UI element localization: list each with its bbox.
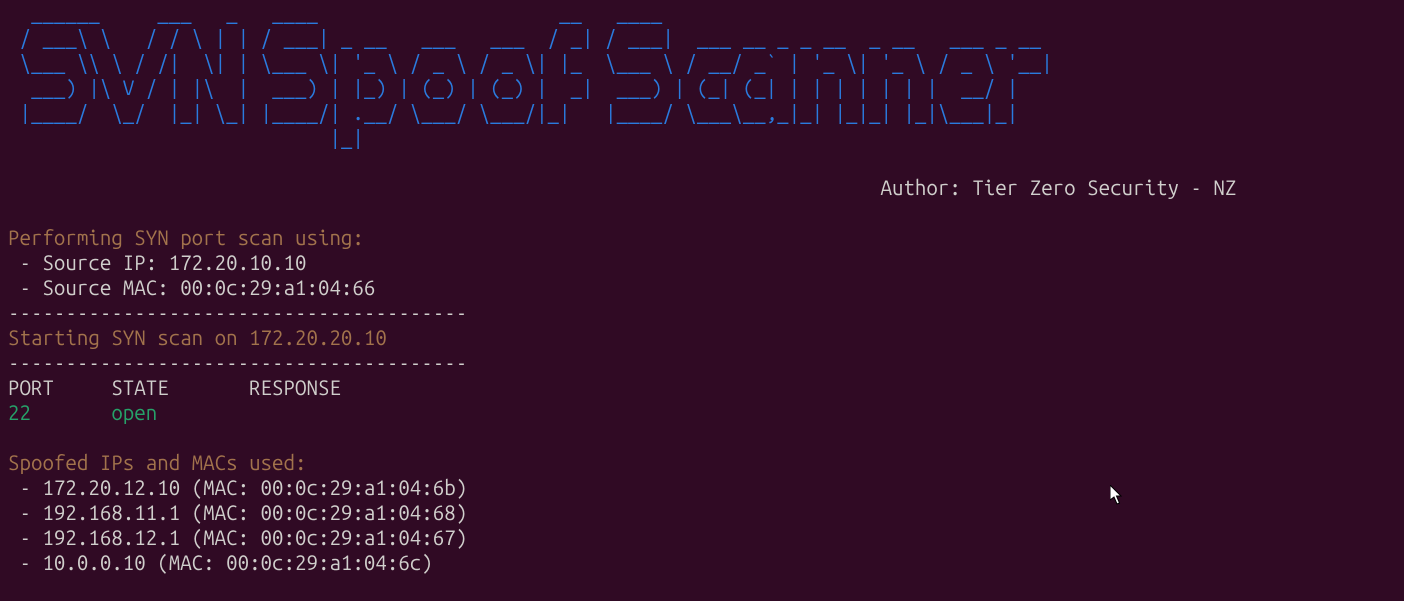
spoof-row: - 172.20.12.10 (MAC: 00:0c:29:a1:04:6b)	[8, 476, 467, 499]
divider: ----------------------------------------	[8, 351, 467, 374]
spoof-row: - 192.168.12.1 (MAC: 00:0c:29:a1:04:67)	[8, 526, 467, 549]
ascii-banner-line: |_|	[8, 126, 1053, 149]
divider: ----------------------------------------	[8, 301, 467, 324]
table-header: PORT STATE RESPONSE	[8, 376, 341, 399]
ascii-banner-line: / ___\ \ / / \ | | / ___| _ __ ___ ___ /…	[8, 26, 1053, 49]
source-mac: - Source MAC: 00:0c:29:a1:04:66	[8, 276, 375, 299]
ascii-banner-line: |____/ \_/ |_| \_| |____/| .__/ \___/ \_…	[8, 101, 1053, 124]
scan-target: Starting SYN scan on 172.20.20.10	[8, 326, 387, 349]
ascii-banner-line: ______ ___ _ ____ __ ____	[8, 1, 1041, 24]
spoof-row: - 192.168.11.1 (MAC: 00:0c:29:a1:04:68)	[8, 501, 467, 524]
spoof-row: - 10.0.0.10 (MAC: 00:0c:29:a1:04:6c)	[8, 551, 433, 574]
section-header: Performing SYN port scan using:	[8, 226, 364, 249]
ascii-banner-line: \___ \\ \ / /| \| | \___ \| '_ \ / _ \ /…	[8, 51, 1053, 74]
ascii-banner-line: ___) |\ V / | |\ | ___) | |_) | (_) | (_…	[8, 76, 1053, 99]
state-cell: open	[111, 401, 157, 424]
port-cell: 22	[8, 401, 111, 424]
spoof-header: Spoofed IPs and MACs used:	[8, 451, 306, 474]
terminal-output: ______ ___ _ ____ __ ____ / ___\ \ / / \…	[0, 0, 1404, 575]
author-line: Author: Tier Zero Security - NZ	[8, 176, 1236, 199]
source-ip: - Source IP: 172.20.10.10	[8, 251, 306, 274]
